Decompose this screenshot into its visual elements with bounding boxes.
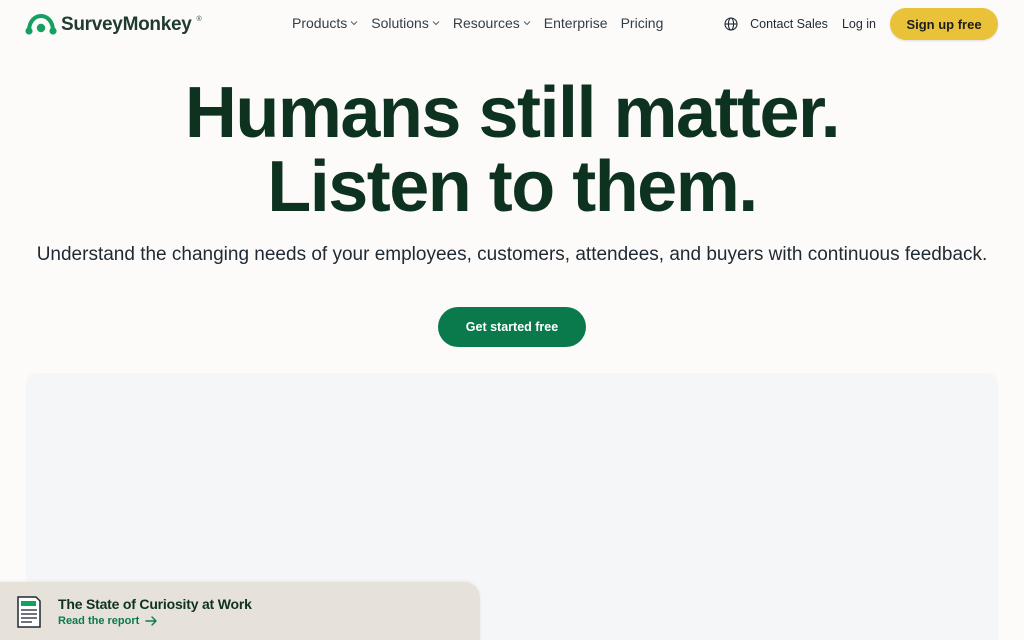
surveymonkey-logo[interactable]: SurveyMonkey ®: [25, 12, 202, 38]
contact-sales-link[interactable]: Contact Sales: [750, 17, 828, 31]
chevron-down-icon: [523, 20, 531, 25]
document-icon: [17, 596, 41, 628]
top-navigation: SurveyMonkey ® Products Solutions Resour…: [0, 0, 1024, 48]
nav-resources-label: Resources: [452, 15, 520, 31]
nav-solutions-label: Solutions: [371, 15, 429, 31]
sign-up-button[interactable]: Sign up free: [890, 8, 998, 40]
page: SurveyMonkey ® Products Solutions Resour…: [0, 0, 1024, 640]
read-report-label: Read the report: [58, 615, 140, 627]
nav-pricing[interactable]: Pricing: [621, 15, 664, 31]
registered-mark: ®: [196, 16, 202, 23]
account-nav: Contact Sales Log in Sign up free: [724, 8, 998, 40]
nav-products-label: Products: [292, 15, 348, 31]
read-report-link[interactable]: Read the report: [58, 615, 158, 627]
get-started-button[interactable]: Get started free: [438, 307, 586, 347]
headline-line-1: Humans still matter.: [184, 73, 841, 153]
surveymonkey-logo-icon: [25, 13, 57, 35]
chevron-down-icon: [350, 20, 358, 25]
nav-solutions[interactable]: Solutions: [371, 15, 440, 31]
report-title: The State of Curiosity at Work: [58, 596, 252, 612]
report-banner[interactable]: The State of Curiosity at Work Read the …: [0, 582, 480, 640]
globe-icon[interactable]: [724, 17, 738, 31]
nav-enterprise[interactable]: Enterprise: [544, 15, 608, 31]
login-link[interactable]: Log in: [842, 17, 876, 31]
nav-resources[interactable]: Resources: [453, 15, 531, 31]
hero-headline: Humans still matter. Listen to them.: [0, 76, 1024, 224]
hero-subheading: Understand the changing needs of your em…: [36, 244, 988, 265]
brand-name: SurveyMonkey: [61, 14, 192, 35]
chevron-down-icon: [432, 20, 440, 25]
main-nav: Products Solutions Resources Enterprise …: [292, 15, 663, 31]
nav-pricing-label: Pricing: [620, 15, 664, 31]
headline-line-2: Listen to them.: [267, 147, 758, 227]
nav-products[interactable]: Products: [292, 15, 358, 31]
arrow-right-icon: [145, 616, 157, 626]
nav-enterprise-label: Enterprise: [543, 15, 608, 31]
